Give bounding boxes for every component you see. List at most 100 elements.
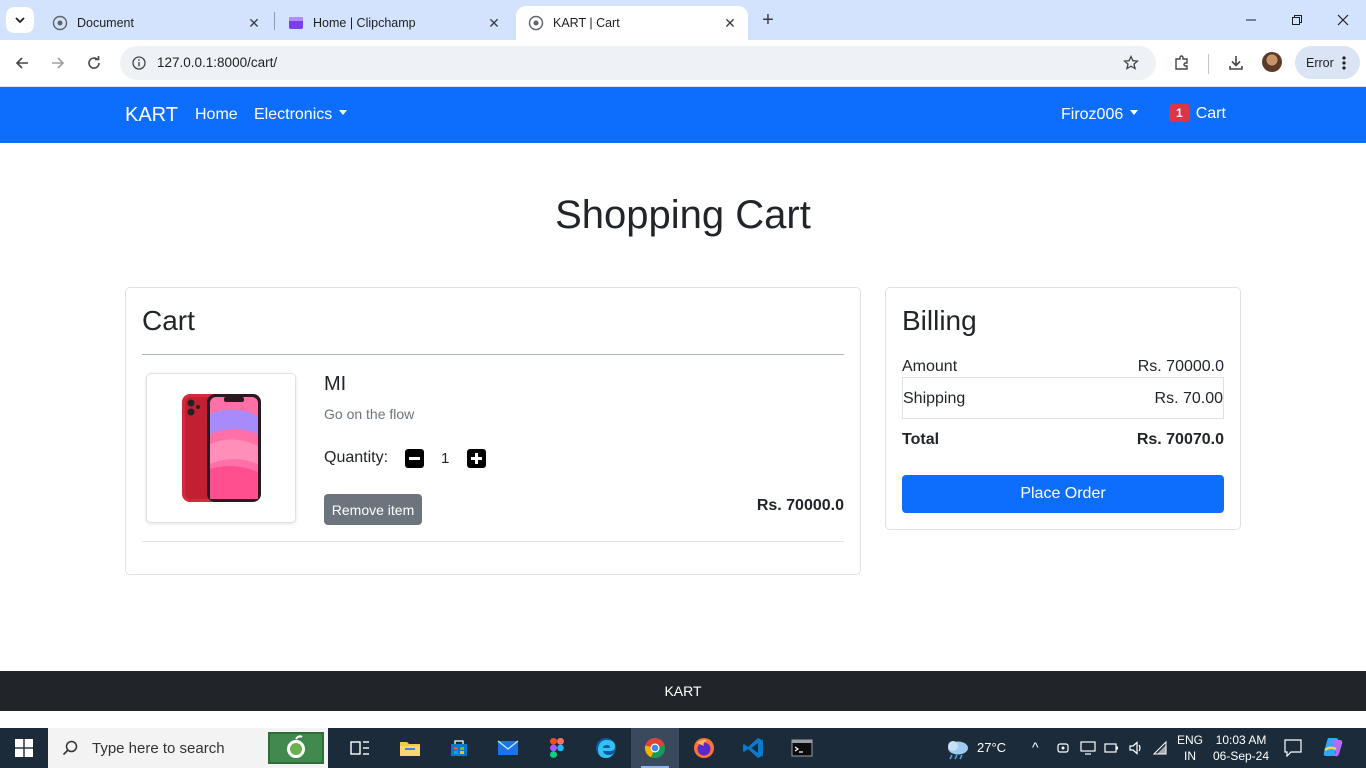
region-label: IN [1184, 749, 1196, 763]
close-icon[interactable]: ✕ [720, 13, 740, 33]
search-highlight-icon [268, 732, 324, 764]
figma-app[interactable] [533, 728, 581, 768]
billing-value: Rs. 70070.0 [1136, 431, 1224, 448]
reload-button[interactable] [80, 49, 108, 77]
tab-divider [274, 12, 275, 30]
plus-icon [471, 453, 482, 464]
microsoft-store-app[interactable] [435, 728, 483, 768]
caret-down-icon [339, 110, 348, 116]
terminal-app[interactable] [778, 728, 826, 768]
task-view-button[interactable] [336, 728, 384, 768]
close-icon[interactable]: ✕ [484, 13, 504, 33]
tab-kart-cart[interactable]: KART | Cart ✕ [516, 6, 748, 40]
billing-row-shipping: Shipping Rs. 70.00 [902, 390, 1224, 414]
chrome-app[interactable] [631, 728, 679, 768]
arrow-left-icon [15, 57, 28, 69]
globe-icon [52, 15, 68, 31]
battery-plug-icon[interactable] [1104, 741, 1120, 755]
billing-label: Shipping [903, 390, 966, 407]
firefox-icon [694, 738, 714, 758]
chrome-icon [644, 738, 665, 759]
firefox-app[interactable] [680, 728, 728, 768]
time-label: 10:03 AM [1215, 733, 1267, 747]
site-navbar: KART Home Electronics Firoz006 1 Cart [0, 87, 1366, 143]
vscode-app[interactable] [729, 728, 777, 768]
volume-icon[interactable] [1128, 740, 1144, 756]
close-icon[interactable]: ✕ [244, 13, 264, 33]
folder-icon [400, 742, 420, 756]
downloads-button[interactable] [1222, 49, 1250, 77]
billing-value: Rs. 70000.0 [1137, 358, 1224, 375]
search-icon [62, 740, 78, 756]
puzzle-icon [1175, 55, 1188, 70]
edge-app[interactable] [582, 728, 630, 768]
nav-dropdown-electronics[interactable]: Electronics [254, 106, 348, 124]
nav-link-label: Electronics [254, 106, 333, 123]
divider [142, 354, 844, 355]
taskbar-search-box[interactable]: Type here to search [48, 728, 328, 768]
caret-down-icon [1130, 110, 1139, 116]
browser-tab-strip: Document ✕ Home | Clipchamp ✕ KART | Car… [0, 0, 1366, 40]
star-icon[interactable] [1123, 55, 1139, 71]
cart-count-badge: 1 [1169, 104, 1190, 122]
profile-error-button[interactable]: Error [1295, 46, 1360, 79]
billing-heading: Billing [902, 305, 977, 336]
restore-button[interactable] [1274, 0, 1320, 40]
display-icon[interactable] [1080, 741, 1096, 755]
place-order-button[interactable]: Place Order [902, 475, 1224, 513]
tab-title: Document [77, 16, 134, 30]
tab-clipchamp[interactable]: Home | Clipchamp ✕ [276, 6, 512, 40]
divider [142, 541, 844, 542]
weather-icon[interactable] [944, 738, 972, 760]
clipchamp-icon [289, 17, 303, 29]
copilot-icon[interactable] [1322, 736, 1344, 758]
close-window-button[interactable] [1320, 0, 1366, 40]
chevron-up-icon[interactable]: ^ [1032, 739, 1039, 755]
search-placeholder: Type here to search [92, 739, 225, 757]
download-icon [1229, 56, 1243, 70]
meet-now-icon[interactable] [1056, 741, 1070, 755]
notification-icon[interactable] [1284, 739, 1302, 757]
increase-quantity-button[interactable] [467, 449, 486, 468]
quantity-value: 1 [441, 450, 450, 467]
tab-document[interactable]: Document ✕ [40, 6, 272, 40]
decrease-quantity-button[interactable] [405, 449, 424, 468]
minimize-icon [1246, 19, 1256, 21]
forward-button[interactable] [44, 49, 72, 77]
site-footer: KART [0, 671, 1366, 711]
tab-search-button[interactable] [6, 7, 34, 33]
minimize-button[interactable] [1228, 0, 1274, 40]
language-indicator[interactable]: ENG IN [1176, 732, 1204, 764]
globe-icon [528, 15, 544, 31]
product-description: Go on the flow [324, 406, 415, 422]
windows-logo-icon [15, 739, 33, 757]
mail-app[interactable] [484, 728, 532, 768]
cart-link[interactable]: 1 Cart [1169, 104, 1226, 123]
tab-title: Home | Clipchamp [313, 16, 416, 30]
page-title: Shopping Cart [555, 193, 811, 237]
new-tab-button[interactable]: + [756, 8, 780, 32]
remove-item-button[interactable]: Remove item [324, 494, 422, 525]
billing-value: Rs. 70.00 [1154, 390, 1223, 407]
brand-logo[interactable]: KART [125, 104, 178, 127]
profile-avatar[interactable] [1262, 52, 1282, 72]
back-button[interactable] [8, 49, 36, 77]
product-name: MI [324, 373, 347, 395]
info-icon[interactable] [132, 56, 146, 70]
figma-icon [550, 738, 564, 758]
start-button[interactable] [0, 728, 48, 768]
clock[interactable]: 10:03 AM 06-Sep-24 [1208, 732, 1274, 764]
restore-icon [1292, 15, 1302, 25]
product-image [146, 373, 296, 523]
user-dropdown[interactable]: Firoz006 [1061, 106, 1139, 124]
phone-image [182, 394, 261, 502]
wifi-icon[interactable] [1152, 740, 1168, 756]
extensions-button[interactable] [1168, 49, 1196, 77]
billing-label: Total [902, 431, 940, 448]
close-icon [1337, 14, 1349, 26]
nav-link-home[interactable]: Home [195, 106, 238, 124]
address-bar[interactable]: 127.0.0.1:8000/cart/ [120, 46, 1156, 80]
mail-icon [497, 740, 519, 755]
file-explorer-app[interactable] [386, 728, 434, 768]
cart-link-label: Cart [1195, 105, 1226, 122]
